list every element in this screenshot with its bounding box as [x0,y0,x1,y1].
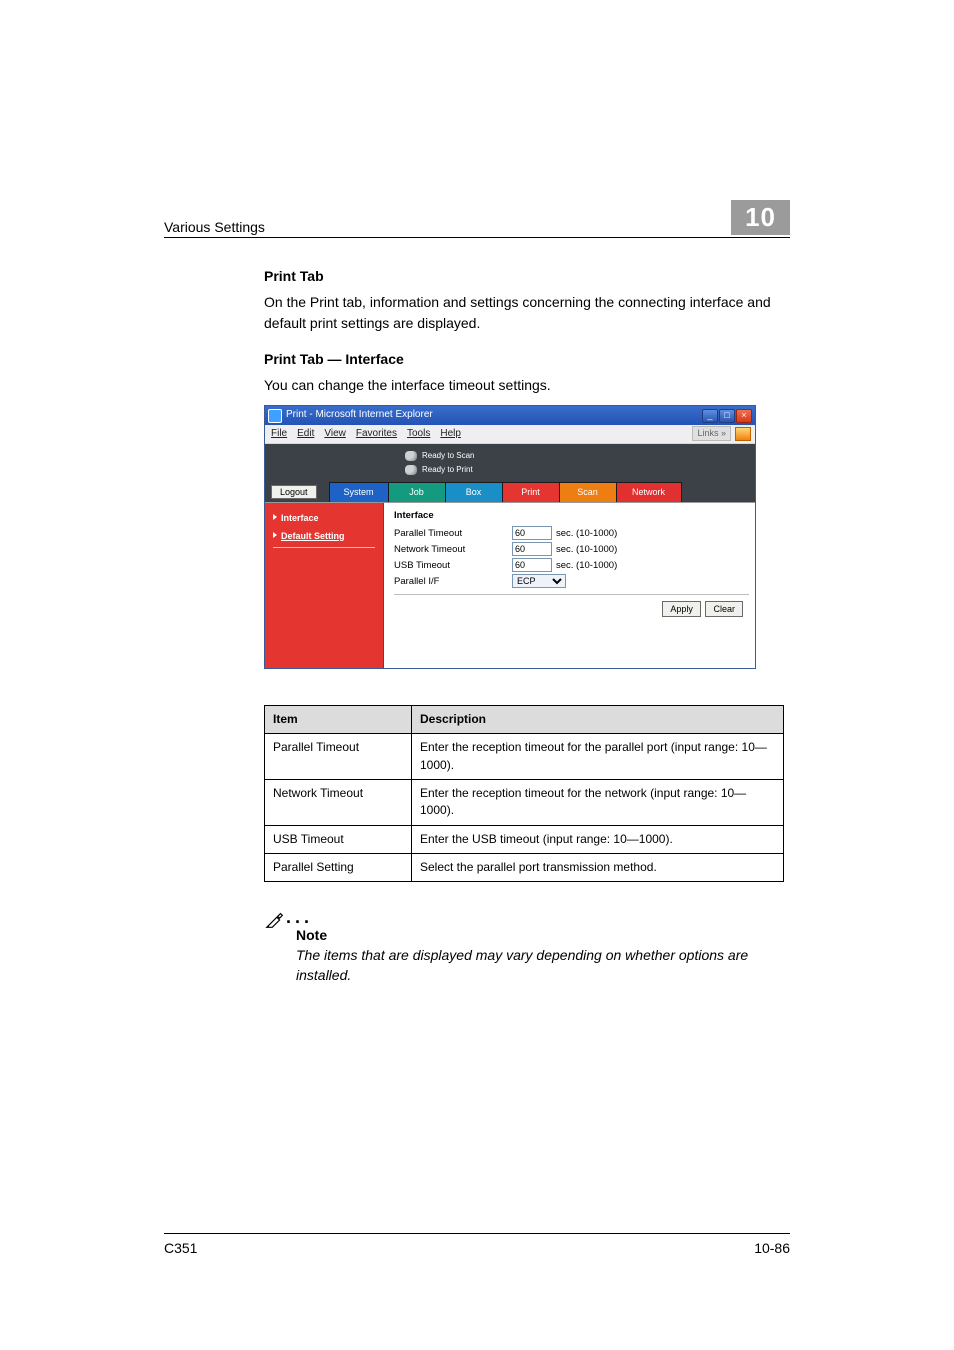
cell-desc: Enter the reception timeout for the netw… [412,779,784,825]
label-network-timeout: Network Timeout [394,543,512,557]
chevron-right-icon [273,514,277,520]
clear-button[interactable]: Clear [705,601,743,617]
pencil-icon [264,909,286,931]
browser-screenshot: Print - Microsoft Internet Explorer _ □ … [264,405,756,668]
note-text: The items that are displayed may vary de… [296,945,784,986]
cell-desc: Enter the reception timeout for the para… [412,734,784,780]
sidebar-divider [273,547,375,548]
tab-network[interactable]: Network [616,482,682,502]
printer-status-text: Ready to Print [422,464,473,476]
cell-item: Parallel Timeout [265,734,412,780]
footer-right: 10-86 [754,1240,790,1256]
close-button[interactable]: × [736,409,752,423]
cell-item: USB Timeout [265,825,412,853]
tab-box[interactable]: Box [445,482,503,502]
scanner-status-icon [405,451,417,461]
content-area: Interface Default Setting Interface Para… [265,503,755,668]
sidebar-item-interface[interactable]: Interface [265,509,383,527]
logout-button[interactable]: Logout [271,485,317,499]
unit-usb-timeout: sec. (10-1000) [556,559,617,573]
section-intro-paragraph: On the Print tab, information and settin… [264,292,784,333]
table-row: Parallel Timeout Enter the reception tim… [265,734,784,780]
th-description: Description [412,705,784,733]
scanner-status-text: Ready to Scan [422,450,474,462]
tab-scan[interactable]: Scan [559,482,617,502]
nav-tab-row: Logout System Job Box Print Scan Network [265,482,755,503]
cell-item: Parallel Setting [265,854,412,882]
row-network-timeout: Network Timeout sec. (10-1000) [394,542,749,556]
ie-icon [268,409,282,423]
device-status-band: Ready to Scan Ready to Print [265,444,755,481]
input-usb-timeout[interactable] [512,558,552,572]
tab-system[interactable]: System [329,482,389,502]
body-content: Print Tab On the Print tab, information … [264,266,784,985]
minimize-button[interactable]: _ [702,409,718,423]
section-interface-paragraph: You can change the interface timeout set… [264,375,784,395]
note-heading: Note [296,925,784,945]
row-parallel-timeout: Parallel Timeout sec. (10-1000) [394,526,749,540]
label-parallel-timeout: Parallel Timeout [394,527,512,541]
note-block: ... Note The items that are displayed ma… [264,904,784,985]
menubar: File Edit View Favorites Tools Help Link… [265,425,755,445]
row-parallel-if: Parallel I/F ECP [394,574,749,588]
menu-help[interactable]: Help [440,427,461,442]
section-heading-interface: Print Tab — Interface [264,349,784,369]
input-network-timeout[interactable] [512,542,552,556]
panel-divider [394,594,749,595]
unit-parallel-timeout: sec. (10-1000) [556,527,617,541]
sidebar-item-default-setting[interactable]: Default Setting [265,527,383,545]
links-toolbar-label[interactable]: Links » [692,426,731,441]
ie-throbber-icon [735,427,751,441]
apply-button[interactable]: Apply [662,601,701,617]
section-heading-print-tab: Print Tab [264,266,784,286]
menu-file[interactable]: File [271,427,287,442]
page-footer: C351 10-86 [164,1233,790,1256]
chapter-number-badge: 10 [731,200,790,235]
side-panel: Interface Default Setting [265,503,384,668]
header-title: Various Settings [164,219,265,235]
table-row: USB Timeout Enter the USB timeout (input… [265,825,784,853]
tab-print[interactable]: Print [502,482,560,502]
chevron-right-icon [273,532,277,538]
menu-edit[interactable]: Edit [297,427,314,442]
window-titlebar: Print - Microsoft Internet Explorer _ □ … [265,406,755,425]
menu-favorites[interactable]: Favorites [356,427,397,442]
printer-status-icon [405,465,417,475]
description-table: Item Description Parallel Timeout Enter … [264,705,784,883]
window-controls: _ □ × [702,409,752,423]
label-usb-timeout: USB Timeout [394,559,512,573]
cell-item: Network Timeout [265,779,412,825]
unit-network-timeout: sec. (10-1000) [556,543,617,557]
cell-desc: Enter the USB timeout (input range: 10—1… [412,825,784,853]
select-parallel-if[interactable]: ECP [512,574,566,588]
th-item: Item [265,705,412,733]
cell-desc: Select the parallel port transmission me… [412,854,784,882]
page-header: Various Settings 10 [164,200,790,238]
panel-title: Interface [394,509,749,523]
label-parallel-if: Parallel I/F [394,575,512,589]
menu-tools[interactable]: Tools [407,427,430,442]
document-page: Various Settings 10 Print Tab On the Pri… [0,0,954,1350]
table-row: Parallel Setting Select the parallel por… [265,854,784,882]
menu-view[interactable]: View [324,427,346,442]
input-parallel-timeout[interactable] [512,526,552,540]
tab-job[interactable]: Job [388,482,446,502]
main-panel: Interface Parallel Timeout sec. (10-1000… [384,503,755,668]
window-title: Print - Microsoft Internet Explorer [286,408,433,423]
maximize-button[interactable]: □ [719,409,735,423]
row-usb-timeout: USB Timeout sec. (10-1000) [394,558,749,572]
table-row: Network Timeout Enter the reception time… [265,779,784,825]
footer-left: C351 [164,1240,197,1256]
